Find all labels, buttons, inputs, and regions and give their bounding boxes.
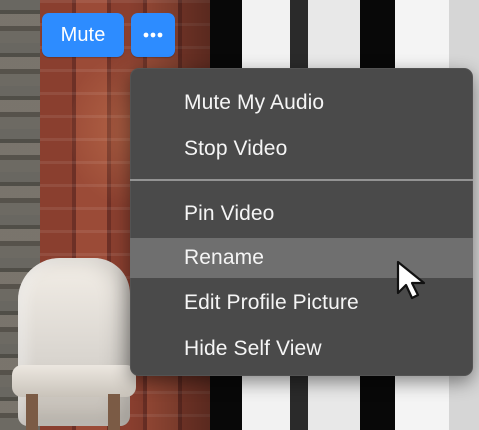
menu-item-mute-my-audio[interactable]: Mute My Audio xyxy=(130,83,473,123)
chair-seat-image xyxy=(12,365,136,397)
participant-context-menu: Mute My Audio Stop Video Pin Video Renam… xyxy=(130,68,473,376)
more-options-icon xyxy=(142,31,164,39)
mute-button[interactable]: Mute xyxy=(42,13,124,57)
zoom-video-screen: Mute Mute My Audio Stop Video Pin Video … xyxy=(0,0,479,430)
chair-leg-right xyxy=(108,394,120,430)
menu-divider xyxy=(130,179,473,181)
more-options-button[interactable] xyxy=(131,13,175,57)
menu-item-stop-video[interactable]: Stop Video xyxy=(130,129,473,169)
arrow-cursor-icon xyxy=(396,260,426,300)
menu-item-hide-self-view[interactable]: Hide Self View xyxy=(130,329,473,369)
menu-item-pin-video[interactable]: Pin Video xyxy=(130,194,473,234)
chair-leg-left xyxy=(26,394,38,430)
